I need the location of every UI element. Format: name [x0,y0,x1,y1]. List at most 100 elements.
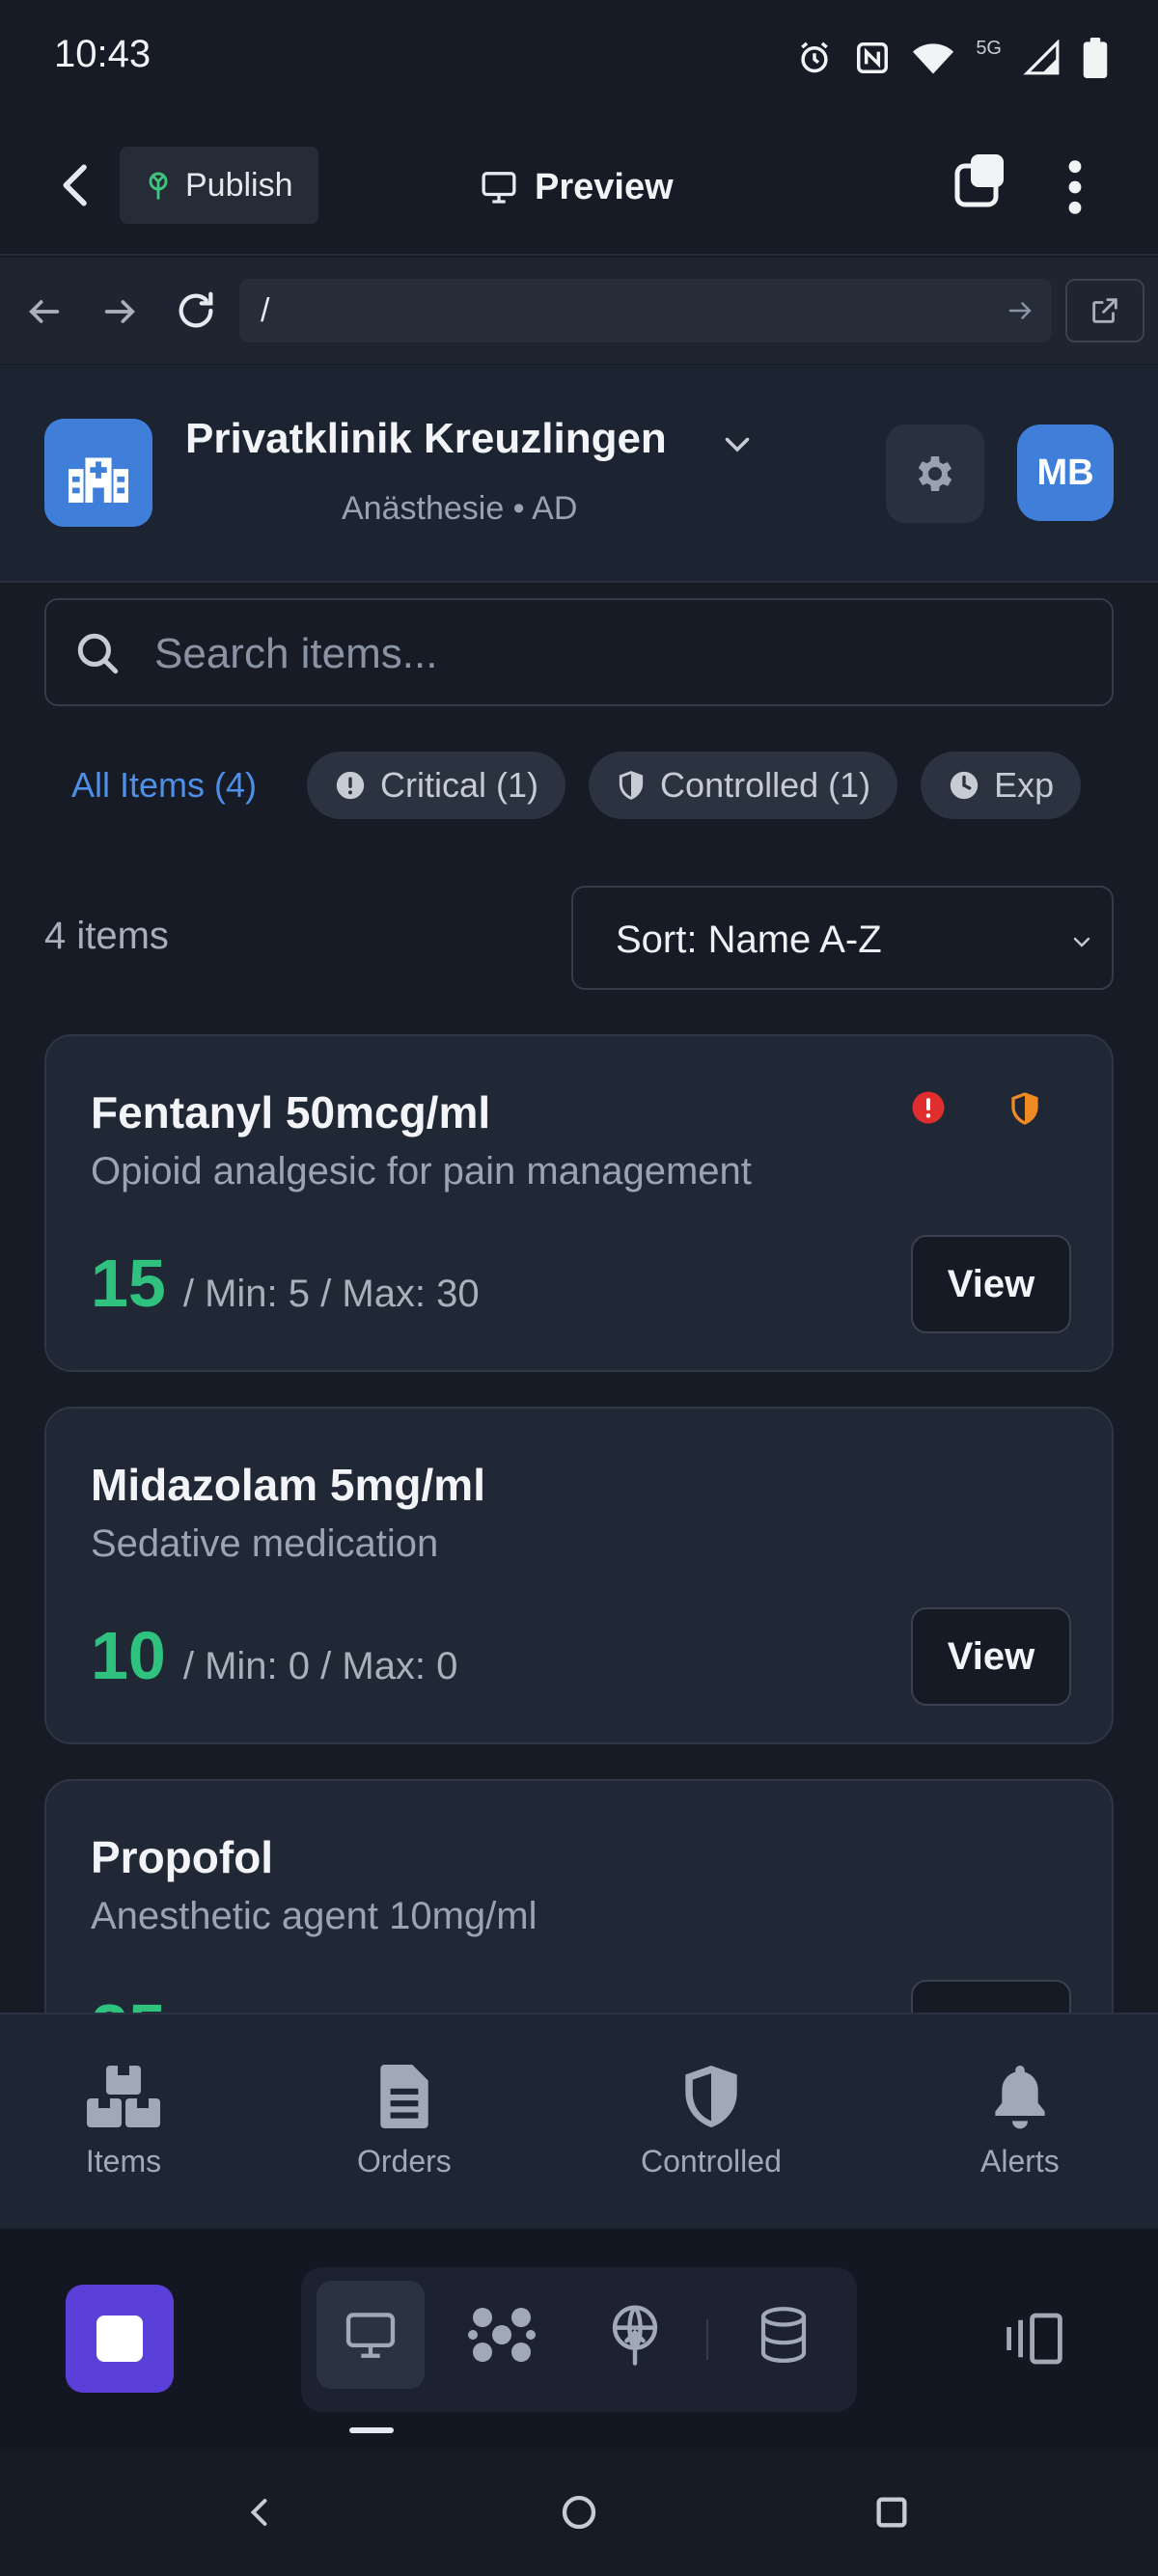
nav-alerts[interactable]: Alerts [980,2063,1060,2179]
battery-icon [1083,38,1108,78]
tabs-button[interactable] [953,152,1007,214]
stock-range: / Min: 0 / Max: 0 [182,1645,458,1687]
stock-quantity: 10 [91,1618,166,1693]
system-home-icon[interactable] [560,2493,598,2532]
view-button[interactable]: View [911,1607,1071,1706]
tool-group [301,2267,857,2412]
filter-controlled-label: Controlled (1) [660,765,871,805]
item-name: Fentanyl 50mcg/ml [91,1087,491,1137]
nav-forward-button[interactable] [100,292,139,331]
boxes-icon [87,2066,160,2127]
tool-deploy[interactable] [581,2281,689,2389]
side-panel-icon[interactable] [1000,2310,1069,2368]
publish-button[interactable]: Publish [120,147,318,224]
system-back-icon[interactable] [243,2493,278,2532]
arrow-right-icon [104,300,135,323]
tool-workflows[interactable] [448,2281,556,2389]
controlled-shield-icon [1011,1092,1038,1125]
item-description: Anesthetic agent 10mg/ml [91,1895,538,1937]
nav-back-button[interactable] [25,292,64,331]
item-description: Opioid analgesic for pain management [91,1150,752,1192]
nav-items[interactable]: Items [85,2063,162,2179]
search-box[interactable] [44,598,1114,706]
tabs-icon [954,154,1004,207]
chevron-left-icon [63,164,87,206]
filter-all[interactable]: All Items (4) [44,752,284,819]
nfc-icon [857,42,889,73]
hospital-icon [44,419,152,527]
filter-chips: All Items (4) Critical (1) Controlled (1… [44,751,1114,820]
view-button[interactable]: View [911,1235,1071,1333]
shield-icon [685,2066,737,2127]
clinic-name[interactable]: Privatklinik Kreuzlingen [185,415,667,463]
reload-icon [179,291,213,328]
system-recents-icon[interactable] [872,2493,911,2532]
clinic-department: Anästhesie • AD [342,490,578,527]
status-bar: 10:43 5G [0,0,1158,116]
nav-items-label: Items [85,2144,162,2179]
monitor-icon [345,2313,396,2358]
chevron-down-icon[interactable] [718,426,757,461]
item-stock: 10 / Min: 0 / Max: 0 [91,1617,457,1694]
shield-icon [619,771,644,800]
tool-preview[interactable] [317,2281,425,2389]
search-input[interactable] [154,625,1081,683]
deploy-icon [612,2305,658,2366]
reload-button[interactable] [174,288,218,333]
publish-label: Publish [185,166,293,204]
signal-icon [1023,40,1060,75]
nav-alerts-label: Alerts [980,2144,1060,2179]
user-avatar[interactable]: MB [1017,425,1114,521]
nav-orders[interactable]: Orders [357,2063,452,2179]
active-tool-indicator [349,2427,394,2433]
item-description: Sedative medication [91,1522,439,1565]
bell-icon [995,2066,1045,2129]
nav-orders-label: Orders [357,2144,452,2179]
nav-controlled[interactable]: Controlled [641,2063,782,2179]
sort-label: Sort: Name A-Z [616,918,882,961]
filter-controlled[interactable]: Controlled (1) [589,752,898,819]
toolbar-divider [706,2319,708,2360]
status-time: 10:43 [54,33,152,75]
stock-quantity: 15 [91,1246,166,1321]
gear-icon [918,456,952,491]
network-type: 5G [976,37,1002,59]
publish-icon [149,172,168,200]
status-icons: 5G [796,35,1108,81]
filter-all-label: All Items (4) [71,765,258,805]
clipboard-icon [380,2065,428,2128]
critical-alert-icon [912,1091,945,1124]
wifi-icon [913,43,954,74]
app-top-bar: Publish Preview [0,116,1158,256]
external-link-icon [1092,298,1117,323]
preview-toggle[interactable]: Preview [479,158,674,216]
more-menu-button[interactable] [1056,156,1094,218]
nodes-icon [468,2308,536,2362]
item-card[interactable]: Fentanyl 50mcg/ml Opioid analgesic for p… [44,1034,1114,1372]
system-navigation [0,2451,1158,2576]
settings-button[interactable] [886,425,984,523]
item-card[interactable]: Midazolam 5mg/ml Sedative medication 10 … [44,1407,1114,1744]
bottom-navigation: Items Orders Controlled Alerts [0,2013,1158,2229]
url-field[interactable]: / [239,279,1052,343]
arrow-left-icon [29,300,60,323]
more-vertical-icon [1068,160,1082,214]
filter-expiring-label: Exp [994,765,1055,805]
item-name: Midazolam 5mg/ml [91,1460,485,1510]
item-stock: 15 / Min: 5 / Max: 30 [91,1245,480,1322]
item-count: 4 items [44,915,169,957]
open-external-button[interactable] [1065,279,1144,343]
filter-expiring[interactable]: Exp [921,752,1082,819]
stop-button[interactable] [66,2285,174,2393]
stock-range: / Min: 5 / Max: 30 [182,1273,480,1315]
sort-select[interactable]: Sort: Name A-Z [571,886,1114,990]
go-arrow-icon[interactable] [1006,296,1034,325]
editor-toolbar [0,2229,1158,2451]
tool-database[interactable] [730,2281,838,2389]
stop-icon [96,2316,143,2362]
alarm-icon [801,41,829,73]
url-text: / [261,292,270,329]
back-button[interactable] [50,154,104,216]
chevron-down-icon [1073,937,1090,947]
filter-critical[interactable]: Critical (1) [307,752,566,819]
